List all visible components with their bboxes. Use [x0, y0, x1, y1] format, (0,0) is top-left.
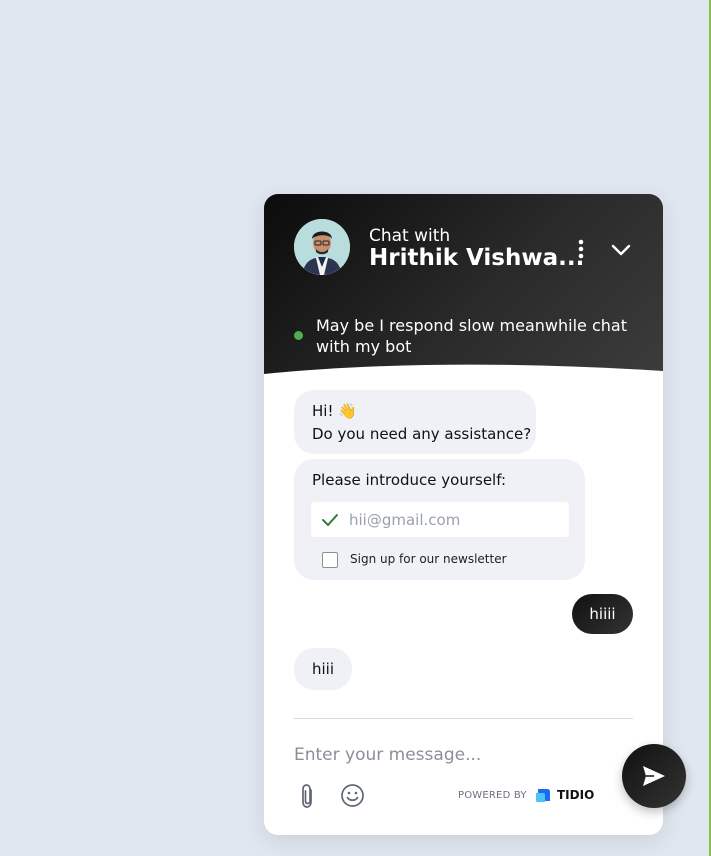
visitor-message-bubble: hiiii	[572, 594, 633, 634]
newsletter-checkbox[interactable]	[322, 552, 338, 568]
checkmark-icon	[322, 514, 338, 526]
powered-by-label: POWERED BY	[458, 790, 527, 801]
send-button[interactable]	[622, 744, 686, 808]
composer-divider	[294, 718, 633, 719]
introduce-label: Please introduce yourself:	[312, 471, 507, 489]
tidio-logo-icon[interactable]	[535, 786, 553, 804]
status-message: May be I respond slow meanwhile chat wit…	[316, 316, 627, 356]
avatar	[294, 219, 350, 275]
agent-photo	[294, 219, 350, 275]
smiley-icon[interactable]	[340, 783, 365, 808]
introduce-form-bubble: Please introduce yourself: Sign up for o…	[294, 459, 585, 580]
newsletter-label: Sign up for our newsletter	[350, 552, 507, 566]
send-icon	[643, 766, 665, 786]
agent-name: Hrithik Vishwa...	[369, 245, 585, 271]
chat-with-label: Chat with	[369, 226, 451, 246]
vertical-dots-icon[interactable]	[572, 238, 590, 262]
header-wave	[264, 364, 663, 384]
message-input[interactable]	[294, 742, 594, 768]
bot-greeting-bubble: Hi! 👋 Do you need any assistance?	[294, 390, 536, 454]
email-field-container	[311, 502, 569, 537]
bot-reply-bubble: hiii	[294, 648, 352, 690]
tidio-brand-text[interactable]: TIDIO	[557, 788, 594, 802]
bot-reply-text: hiii	[312, 660, 335, 678]
chat-header: Chat with Hrithik Vishwa... May be I res…	[264, 194, 663, 384]
online-status-dot	[294, 331, 303, 340]
paperclip-icon[interactable]	[298, 783, 318, 809]
email-field[interactable]	[349, 508, 559, 532]
chevron-down-icon[interactable]	[610, 241, 632, 259]
greeting-question: Do you need any assistance?	[312, 425, 532, 443]
greeting-line: Hi! 👋	[312, 402, 357, 420]
chat-widget: Chat with Hrithik Vishwa... May be I res…	[264, 194, 663, 835]
